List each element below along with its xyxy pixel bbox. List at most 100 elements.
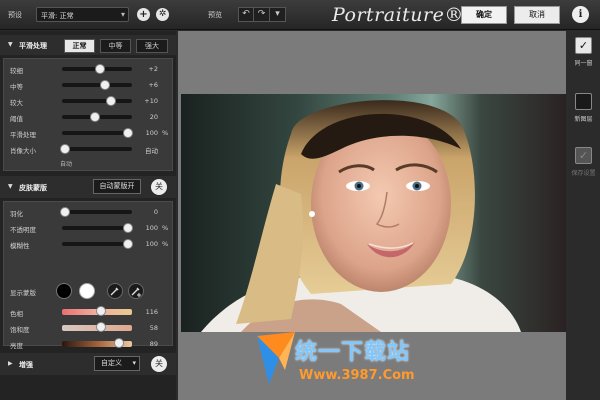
slider-row: 较大 +10 [4,95,174,107]
slider-track[interactable] [62,322,132,332]
slider-handle[interactable] [122,223,133,233]
slider-label: 羽化 [10,210,23,218]
app-window: 预设 平滑: 正常 ▾ + ✲ 预览 ↶ ↷ ▾ Portraiture® 3 … [0,0,600,400]
preview-label: 预览 [208,11,222,19]
slider-handle[interactable] [94,64,105,74]
expand-triangle-icon: ▼ [8,183,13,190]
skin-mask-title: 皮肤蒙版 [19,184,47,192]
slider-track[interactable] [62,223,133,233]
enhance-preset-dropdown[interactable]: 自定义 ▾ [94,356,140,371]
gear-icon: ✲ [158,9,167,19]
slider-handle[interactable] [96,306,107,316]
auto-mask-button[interactable]: 自动蒙版开 [93,179,141,194]
mask-color-black-swatch[interactable] [56,283,72,299]
settings-panel: ▼ 平滑处理 正常 中等 强大 较细 +2 中等 +6 较大 +10 阈值 20 平滑处理 100… [0,31,176,400]
preset-label: 预设 [8,11,22,19]
slider-label: 色相 [10,310,23,318]
mode-normal-button[interactable]: 正常 [64,39,95,53]
slider-unit: % [162,240,169,248]
slider-label: 不透明度 [10,226,36,234]
save-settings-label: 保存设置 [571,170,596,177]
preset-value: 平滑: 正常 [41,12,74,20]
eyedropper-button[interactable] [107,283,123,299]
slider-track[interactable] [62,338,132,348]
slider-row: 模糊性 100% [4,238,174,250]
slider-label: 肖像大小 [10,147,36,155]
mask-color-white-swatch[interactable] [79,283,95,299]
redo-button[interactable]: ↷ [254,7,270,22]
slider-track[interactable] [62,96,132,106]
save-settings-checkbox[interactable]: ✓ [575,147,592,164]
slider-handle[interactable] [89,112,100,122]
enhance-toggle[interactable]: 关 [151,356,167,372]
top-bar: 预设 平滑: 正常 ▾ + ✲ 预览 ↶ ↷ ▾ Portraiture® 3 … [0,0,600,30]
slider-value: 100 [145,224,158,232]
slider-label: 平滑处理 [10,131,36,139]
plus-icon: + [139,9,148,20]
portrait-image [201,100,521,332]
slider-handle[interactable] [122,239,133,249]
slider-track[interactable] [59,144,132,154]
slider-label: 饱和度 [10,326,30,334]
slider-track[interactable] [62,64,132,74]
eyedropper-add-button[interactable] [128,283,144,299]
slider-value: 100 [145,240,158,248]
slider-row: 平滑处理 100% [4,127,174,139]
slider-handle[interactable] [59,144,70,154]
history-dropdown-button[interactable]: ▾ [270,7,286,22]
cancel-button[interactable]: 取消 [514,6,560,24]
enhance-title: 增强 [19,361,33,369]
slider-value: 58 [149,324,158,332]
info-button[interactable]: i [572,6,589,23]
slider-row: 饱和度 58 [4,322,174,334]
site-watermark: 统一下载站 Www.3987.Com [255,330,455,390]
mode-medium-button[interactable]: 中等 [100,39,131,53]
slider-label: 模糊性 [10,242,30,250]
enhance-section-header[interactable]: ▶ 增强 自定义 ▾ 关 [0,353,176,375]
portrait-photo[interactable] [181,94,566,332]
slider-row: 羽化 0 [4,206,174,218]
skin-mask-section-header[interactable]: ▼ 皮肤蒙版 自动蒙版开 关 [0,176,176,198]
slider-handle[interactable] [96,322,107,332]
collapse-triangle-icon: ▶ [8,360,13,367]
slider-handle[interactable] [106,96,116,106]
eyedropper-plus-icon [131,287,141,297]
slider-track[interactable] [59,207,132,217]
smoothing-section-header[interactable]: ▼ 平滑处理 正常 中等 强大 [0,35,176,55]
slider-value: 自动 [145,147,158,155]
slider-track[interactable] [62,239,133,249]
slider-handle[interactable] [100,80,111,90]
slider-track[interactable] [62,306,132,316]
slider-track[interactable] [62,128,133,138]
mode-strong-button[interactable]: 强大 [136,39,168,53]
watermark-logo-icon [257,332,295,384]
preset-dropdown[interactable]: 平滑: 正常 ▾ [36,7,129,22]
slider-label: 较大 [10,99,23,107]
same-window-label: 同一窗 [574,60,593,67]
chevron-down-icon: ▾ [275,9,280,19]
slider-row: 中等 +6 [4,79,174,91]
slider-handle[interactable] [122,128,133,138]
slider-unit: % [162,129,169,137]
add-preset-button[interactable]: + [137,8,150,21]
slider-value: 100 [145,129,158,137]
expand-triangle-icon: ▼ [8,41,13,48]
watermark-url: Www.3987.Com [299,368,415,383]
skin-mask-toggle[interactable]: 关 [151,179,167,195]
new-layer-checkbox[interactable] [575,93,592,110]
slider-value: +2 [148,65,158,73]
chevron-down-icon: ▾ [120,10,125,19]
ok-button[interactable]: 确定 [461,6,507,24]
slider-track[interactable] [62,112,132,122]
slider-handle[interactable] [59,207,70,217]
slider-label: 中等 [10,83,23,91]
preset-settings-button[interactable]: ✲ [156,8,169,21]
portrait-size-auto-note: 自动 [60,161,73,168]
slider-track[interactable] [62,80,132,90]
slider-handle[interactable] [114,338,125,348]
same-window-checkbox[interactable]: ✓ [575,37,592,54]
undo-button[interactable]: ↶ [238,7,254,22]
show-mask-label: 显示蒙版 [10,289,36,297]
slider-value: 116 [145,308,158,316]
show-mask-row: 显示蒙版 [4,282,174,302]
